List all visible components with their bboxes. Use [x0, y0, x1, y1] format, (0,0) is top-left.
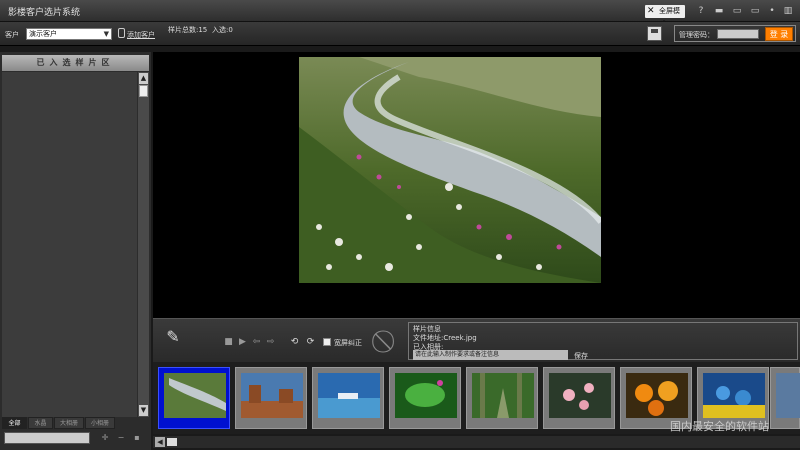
rotate-right-icon[interactable]: ⟳ [305, 337, 316, 348]
no-sign-icon[interactable]: ⃠ [375, 329, 401, 355]
lock-icon [118, 28, 125, 38]
save-button[interactable]: 保存 [574, 351, 588, 361]
photo-viewer [153, 52, 800, 318]
widescreen-label: 宽屏纠正 [334, 339, 362, 347]
thumbnail-item[interactable] [235, 367, 307, 429]
main-photo[interactable] [299, 57, 601, 283]
thumbnail-item[interactable] [389, 367, 461, 429]
window-icon[interactable]: ▬ [713, 5, 725, 17]
fullscreen-x-icon: ✕ [647, 6, 655, 16]
sample-total-text: 样片总数:15 [168, 26, 208, 34]
move-icon[interactable]: ✛ [100, 433, 110, 443]
disk-icon[interactable]: ▪ [132, 433, 142, 443]
admin-password-label: 管理密码： [679, 31, 714, 39]
thumbnail-item[interactable] [312, 367, 384, 429]
dot-icon[interactable]: • [766, 5, 778, 17]
signal-icon[interactable]: ▥ [782, 5, 794, 17]
tab-crystal[interactable]: 水晶 [28, 417, 53, 429]
eraser-icon[interactable]: ✎ [163, 329, 183, 351]
chevron-down-icon: ▼ [103, 30, 109, 38]
scroll-left-icon[interactable]: ◀ [155, 437, 165, 447]
horizontal-scroll-thumb[interactable] [167, 438, 177, 446]
selected-count-text: 入选:0 [212, 26, 233, 34]
tab-all[interactable]: 全部 [2, 417, 27, 429]
watermark-text: 国内最安全的软件站 [670, 420, 769, 433]
vertical-scrollbar[interactable]: ▲ ▼ [138, 72, 149, 417]
play-icon[interactable]: ▶ [237, 337, 248, 348]
selected-samples-header: 已入选样片区 [2, 55, 149, 71]
control-bar: ✎ ■ ▶ ⇦ ⇨ ⟲ ⟳ 宽屏纠正 ⃠ 样片信息 文件地址:Creek.jpg… [153, 318, 800, 362]
scroll-thumb[interactable] [139, 85, 148, 97]
stop-icon[interactable]: ■ [223, 337, 234, 348]
view-icon[interactable]: ▭ [731, 5, 743, 17]
selected-samples-panel: 已入选样片区 ▲ ▼ 全部 水晶 大相册 小相册 ✛ − ▪ [0, 52, 151, 450]
save-disk-icon[interactable] [647, 26, 662, 41]
admin-login-box: 管理密码： 登 录 [674, 25, 796, 42]
sample-info-box: 样片信息 文件地址:Creek.jpg 已入相册: 请在此输入制作要求或备注信息… [408, 322, 798, 360]
admin-password-input[interactable] [717, 29, 759, 39]
widescreen-checkbox[interactable] [323, 338, 331, 346]
horizontal-scrollbar[interactable]: ◀ [153, 436, 800, 448]
selected-samples-list[interactable] [2, 72, 137, 417]
help-icon[interactable]: ? [695, 5, 707, 17]
minus-icon[interactable]: − [116, 433, 126, 443]
scroll-up-icon[interactable]: ▲ [139, 73, 148, 84]
thumbnail-item[interactable] [770, 367, 800, 429]
rotate-left-icon[interactable]: ⟲ [289, 337, 300, 348]
client-label: 客户 [5, 31, 19, 39]
toolbar: 客户 演示客户 ▼ 添加客户 样片总数:15 入选:0 管理密码： 登 录 [0, 22, 800, 46]
tab-small-album[interactable]: 小相册 [85, 417, 115, 429]
thumbnail-item[interactable] [158, 367, 230, 429]
client-select-value: 演示客户 [29, 30, 57, 38]
category-tabs: 全部 水晶 大相册 小相册 [0, 417, 151, 429]
thumbnail-item[interactable] [543, 367, 615, 429]
app-title: 影楼客户选片系统 [8, 8, 81, 18]
fullscreen-button[interactable]: ✕ 全屏模式 [645, 5, 685, 28]
prev-icon[interactable]: ⇦ [251, 337, 262, 348]
memo-input[interactable]: 请在此输入制作要求或备注信息 [413, 350, 568, 360]
next-icon[interactable]: ⇨ [265, 337, 276, 348]
restore-icon[interactable]: ▭ [749, 5, 761, 17]
scroll-down-icon[interactable]: ▼ [139, 405, 148, 416]
tab-large-album[interactable]: 大相册 [54, 417, 84, 429]
login-button[interactable]: 登 录 [765, 27, 793, 41]
thumbnail-item[interactable] [466, 367, 538, 429]
client-select[interactable]: 演示客户 ▼ [26, 28, 112, 40]
left-panel-input[interactable] [4, 432, 90, 444]
title-bar: 影楼客户选片系统 ✕ 全屏模式 ? ▬ ▭ ▭ • ▥ [0, 0, 800, 28]
add-client-link[interactable]: 添加客户 [127, 30, 155, 40]
